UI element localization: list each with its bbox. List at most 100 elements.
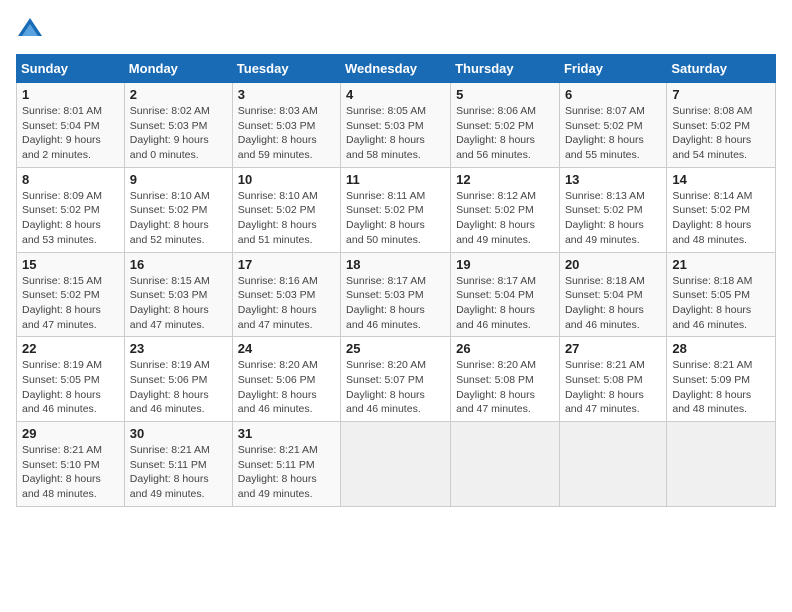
calendar-cell: 5Sunrise: 8:06 AM Sunset: 5:02 PM Daylig… <box>451 83 560 168</box>
calendar-cell <box>559 422 666 507</box>
day-info: Sunrise: 8:21 AM Sunset: 5:11 PM Dayligh… <box>238 443 335 502</box>
calendar-header-thursday: Thursday <box>451 55 560 83</box>
day-number: 30 <box>130 426 227 441</box>
calendar-header-saturday: Saturday <box>667 55 776 83</box>
calendar-cell: 14 Sunrise: 8:14 AM Sunset: 5:02 PM Dayli… <box>667 167 776 252</box>
calendar-header-tuesday: Tuesday <box>232 55 340 83</box>
calendar-cell: 6 Sunrise: 8:07 AM Sunset: 5:02 PM Daylig… <box>559 83 666 168</box>
day-number: 20 <box>565 257 661 272</box>
day-info: Sunrise: 8:20 AM Sunset: 5:06 PM Dayligh… <box>238 358 335 417</box>
calendar-cell: 19 Sunrise: 8:17 AM Sunset: 5:04 PM Dayli… <box>451 252 560 337</box>
day-number: 21 <box>672 257 770 272</box>
day-info: Sunrise: 8:21 AM Sunset: 5:09 PM Dayligh… <box>672 358 770 417</box>
day-info: Sunrise: 8:10 AM Sunset: 5:02 PM Dayligh… <box>238 189 335 248</box>
day-number: 26 <box>456 341 554 356</box>
day-info: Sunrise: 8:05 AM Sunset: 5:03 PM Dayligh… <box>346 104 445 163</box>
calendar-cell: 28 Sunrise: 8:21 AM Sunset: 5:09 PM Dayli… <box>667 337 776 422</box>
page-header <box>16 16 776 44</box>
logo <box>16 16 48 44</box>
calendar-cell: 1 Sunrise: 8:01 AM Sunset: 5:04 PM Daylig… <box>17 83 125 168</box>
calendar-cell: 26 Sunrise: 8:20 AM Sunset: 5:08 PM Dayli… <box>451 337 560 422</box>
calendar-cell: 8 Sunrise: 8:09 AM Sunset: 5:02 PM Daylig… <box>17 167 125 252</box>
calendar-header-row: SundayMondayTuesdayWednesdayThursdayFrid… <box>17 55 776 83</box>
day-number: 12 <box>456 172 554 187</box>
calendar-cell: 7 Sunrise: 8:08 AM Sunset: 5:02 PM Daylig… <box>667 83 776 168</box>
calendar-cell: 9Sunrise: 8:10 AM Sunset: 5:02 PM Daylig… <box>124 167 232 252</box>
day-info: Sunrise: 8:08 AM Sunset: 5:02 PM Dayligh… <box>672 104 770 163</box>
calendar-cell <box>341 422 451 507</box>
calendar-cell: 16 Sunrise: 8:15 AM Sunset: 5:03 PM Dayli… <box>124 252 232 337</box>
calendar-cell: 27Sunrise: 8:21 AM Sunset: 5:08 PM Dayli… <box>559 337 666 422</box>
day-number: 31 <box>238 426 335 441</box>
day-info: Sunrise: 8:20 AM Sunset: 5:08 PM Dayligh… <box>456 358 554 417</box>
day-number: 24 <box>238 341 335 356</box>
calendar-header-monday: Monday <box>124 55 232 83</box>
day-number: 25 <box>346 341 445 356</box>
calendar-cell: 13 Sunrise: 8:13 AM Sunset: 5:02 PM Dayli… <box>559 167 666 252</box>
calendar-cell: 4Sunrise: 8:05 AM Sunset: 5:03 PM Daylig… <box>341 83 451 168</box>
day-number: 28 <box>672 341 770 356</box>
calendar-cell: 12 Sunrise: 8:12 AM Sunset: 5:02 PM Dayli… <box>451 167 560 252</box>
day-info: Sunrise: 8:06 AM Sunset: 5:02 PM Dayligh… <box>456 104 554 163</box>
day-number: 17 <box>238 257 335 272</box>
calendar-cell: 21 Sunrise: 8:18 AM Sunset: 5:05 PM Dayli… <box>667 252 776 337</box>
day-info: Sunrise: 8:15 AM Sunset: 5:02 PM Dayligh… <box>22 274 119 333</box>
calendar-cell: 30Sunrise: 8:21 AM Sunset: 5:11 PM Dayli… <box>124 422 232 507</box>
calendar-cell: 24 Sunrise: 8:20 AM Sunset: 5:06 PM Dayli… <box>232 337 340 422</box>
day-info: Sunrise: 8:15 AM Sunset: 5:03 PM Dayligh… <box>130 274 227 333</box>
day-number: 3 <box>238 87 335 102</box>
day-info: Sunrise: 8:01 AM Sunset: 5:04 PM Dayligh… <box>22 104 119 163</box>
day-info: Sunrise: 8:07 AM Sunset: 5:02 PM Dayligh… <box>565 104 661 163</box>
day-number: 19 <box>456 257 554 272</box>
calendar-cell: 23Sunrise: 8:19 AM Sunset: 5:06 PM Dayli… <box>124 337 232 422</box>
calendar-row-2: 8 Sunrise: 8:09 AM Sunset: 5:02 PM Daylig… <box>17 167 776 252</box>
calendar-row-5: 29 Sunrise: 8:21 AM Sunset: 5:10 PM Dayli… <box>17 422 776 507</box>
day-number: 13 <box>565 172 661 187</box>
day-info: Sunrise: 8:09 AM Sunset: 5:02 PM Dayligh… <box>22 189 119 248</box>
day-number: 8 <box>22 172 119 187</box>
day-info: Sunrise: 8:21 AM Sunset: 5:10 PM Dayligh… <box>22 443 119 502</box>
day-info: Sunrise: 8:10 AM Sunset: 5:02 PM Dayligh… <box>130 189 227 248</box>
day-info: Sunrise: 8:20 AM Sunset: 5:07 PM Dayligh… <box>346 358 445 417</box>
calendar-cell: 11Sunrise: 8:11 AM Sunset: 5:02 PM Dayli… <box>341 167 451 252</box>
calendar-cell: 10 Sunrise: 8:10 AM Sunset: 5:02 PM Dayli… <box>232 167 340 252</box>
day-info: Sunrise: 8:11 AM Sunset: 5:02 PM Dayligh… <box>346 189 445 248</box>
day-number: 27 <box>565 341 661 356</box>
day-number: 1 <box>22 87 119 102</box>
calendar-row-3: 15 Sunrise: 8:15 AM Sunset: 5:02 PM Dayli… <box>17 252 776 337</box>
calendar-table: SundayMondayTuesdayWednesdayThursdayFrid… <box>16 54 776 507</box>
day-info: Sunrise: 8:17 AM Sunset: 5:03 PM Dayligh… <box>346 274 445 333</box>
day-info: Sunrise: 8:18 AM Sunset: 5:05 PM Dayligh… <box>672 274 770 333</box>
calendar-cell <box>451 422 560 507</box>
day-info: Sunrise: 8:13 AM Sunset: 5:02 PM Dayligh… <box>565 189 661 248</box>
day-info: Sunrise: 8:18 AM Sunset: 5:04 PM Dayligh… <box>565 274 661 333</box>
day-info: Sunrise: 8:17 AM Sunset: 5:04 PM Dayligh… <box>456 274 554 333</box>
calendar-row-1: 1 Sunrise: 8:01 AM Sunset: 5:04 PM Daylig… <box>17 83 776 168</box>
day-number: 18 <box>346 257 445 272</box>
day-info: Sunrise: 8:19 AM Sunset: 5:05 PM Dayligh… <box>22 358 119 417</box>
day-number: 7 <box>672 87 770 102</box>
calendar-header-friday: Friday <box>559 55 666 83</box>
calendar-cell: 31 Sunrise: 8:21 AM Sunset: 5:11 PM Dayli… <box>232 422 340 507</box>
calendar-row-4: 22 Sunrise: 8:19 AM Sunset: 5:05 PM Dayli… <box>17 337 776 422</box>
calendar-cell: 25 Sunrise: 8:20 AM Sunset: 5:07 PM Dayli… <box>341 337 451 422</box>
calendar-cell: 3 Sunrise: 8:03 AM Sunset: 5:03 PM Daylig… <box>232 83 340 168</box>
day-number: 16 <box>130 257 227 272</box>
day-info: Sunrise: 8:03 AM Sunset: 5:03 PM Dayligh… <box>238 104 335 163</box>
calendar-cell: 2Sunrise: 8:02 AM Sunset: 5:03 PM Daylig… <box>124 83 232 168</box>
day-number: 14 <box>672 172 770 187</box>
calendar-header-wednesday: Wednesday <box>341 55 451 83</box>
day-info: Sunrise: 8:12 AM Sunset: 5:02 PM Dayligh… <box>456 189 554 248</box>
calendar-cell: 22 Sunrise: 8:19 AM Sunset: 5:05 PM Dayli… <box>17 337 125 422</box>
day-number: 15 <box>22 257 119 272</box>
calendar-cell: 29 Sunrise: 8:21 AM Sunset: 5:10 PM Dayli… <box>17 422 125 507</box>
calendar-header-sunday: Sunday <box>17 55 125 83</box>
day-number: 10 <box>238 172 335 187</box>
day-number: 6 <box>565 87 661 102</box>
day-number: 29 <box>22 426 119 441</box>
day-number: 2 <box>130 87 227 102</box>
day-info: Sunrise: 8:14 AM Sunset: 5:02 PM Dayligh… <box>672 189 770 248</box>
day-number: 22 <box>22 341 119 356</box>
day-number: 23 <box>130 341 227 356</box>
calendar-cell <box>667 422 776 507</box>
